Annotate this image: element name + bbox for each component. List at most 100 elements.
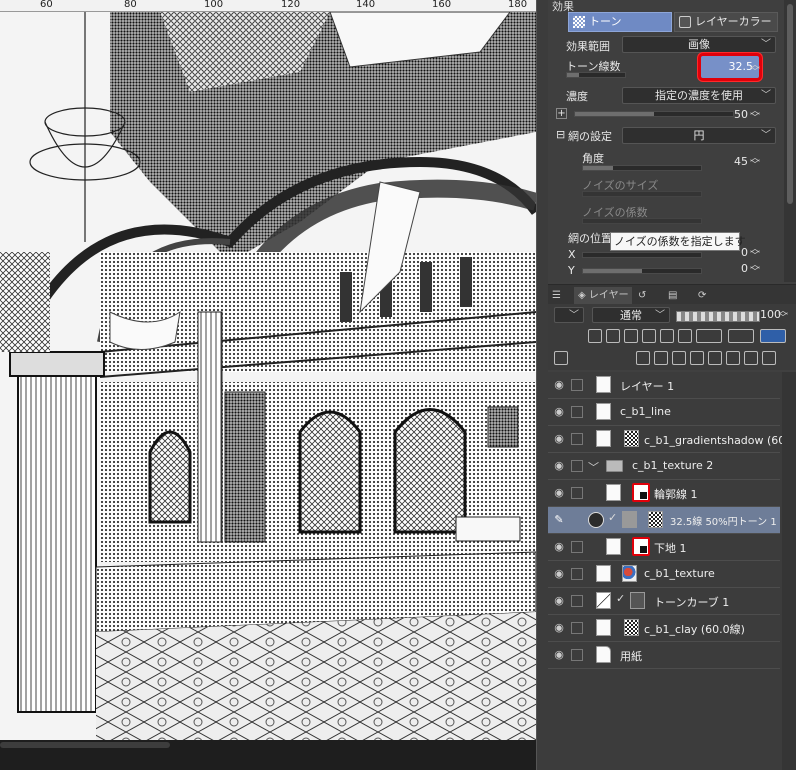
visibility-eye-icon[interactable]: ◉ xyxy=(552,595,566,607)
tone-lines-slider[interactable] xyxy=(566,72,626,78)
edit-target-box[interactable] xyxy=(571,460,583,472)
noise-factor-slider xyxy=(582,218,702,224)
paper-thumbnail xyxy=(596,646,611,663)
layer-row-selected[interactable]: ✎ ✓ 32.5線 50%円トーン 1 xyxy=(548,507,780,534)
visibility-eye-icon[interactable]: ◉ xyxy=(552,649,566,661)
draft-layer-icon[interactable] xyxy=(624,329,638,343)
enable-mask-icon[interactable] xyxy=(678,329,692,343)
density-label: 濃度 xyxy=(566,90,588,103)
layer-mask-thumbnail xyxy=(596,430,611,447)
blend-mode-dropdown[interactable]: 通常 ﹀ xyxy=(592,307,670,323)
layer-row[interactable]: ◉ c_b1_gradientshadow (60.0線) xyxy=(548,426,796,453)
opacity-slider[interactable] xyxy=(676,311,760,322)
density-slider[interactable] xyxy=(574,111,734,117)
merge-down-icon[interactable] xyxy=(708,351,722,365)
layer-list-scrollbar[interactable] xyxy=(782,372,796,770)
layer-row[interactable]: ◉ c_b1_line xyxy=(548,399,780,426)
layer-row[interactable]: ◉ 下地 1 xyxy=(548,534,780,561)
canvas-vertical-scrollbar[interactable] xyxy=(536,0,548,770)
layer-color-dropdown[interactable]: ﹀ xyxy=(554,307,584,323)
y-value: 0 xyxy=(741,262,748,275)
visibility-eye-icon[interactable]: ◉ xyxy=(552,487,566,499)
layer-row[interactable]: ◉ ﹀ c_b1_texture 2 xyxy=(548,453,780,480)
density-spinner[interactable]: ︿ ﹀ xyxy=(750,107,760,124)
visibility-eye-icon[interactable]: ◉ xyxy=(552,379,566,391)
angle-slider[interactable] xyxy=(582,165,702,171)
effect-range-dropdown[interactable]: 画像 ﹀ xyxy=(622,36,776,53)
scrollbar-thumb[interactable] xyxy=(0,742,170,748)
edit-target-box[interactable] xyxy=(571,595,583,607)
edit-target-box[interactable] xyxy=(571,379,583,391)
chevron-down-icon: ﹀ xyxy=(569,310,579,321)
edit-target-box[interactable] xyxy=(571,433,583,445)
layer-list: ◉ レイヤー 1 ◉ c_b1_line ◉ c_b1_gradientshad… xyxy=(548,372,796,770)
edit-target-box[interactable] xyxy=(571,487,583,499)
tab-layer-color[interactable]: レイヤーカラー xyxy=(674,12,778,32)
history-icon[interactable]: ↺ xyxy=(638,287,646,304)
ruler-icon[interactable] xyxy=(696,329,722,343)
visibility-eye-icon[interactable]: ◉ xyxy=(552,622,566,634)
visibility-eye-icon[interactable]: ◉ xyxy=(552,460,566,472)
create-mask-icon[interactable] xyxy=(726,351,740,365)
expand-icon[interactable]: + xyxy=(556,108,567,119)
tone-lines-spinner[interactable]: ︿ ﹀ xyxy=(750,61,760,78)
x-slider[interactable] xyxy=(582,252,702,258)
layer-row[interactable]: ◉ レイヤー 1 xyxy=(548,372,780,399)
tab-tone[interactable]: トーン xyxy=(568,12,672,32)
x-label: X xyxy=(568,248,576,261)
x-spinner[interactable]: ︿ ﹀ xyxy=(750,245,760,262)
screen-shape-dropdown[interactable]: 円 ﹀ xyxy=(622,127,776,144)
canvas-horizontal-scrollbar[interactable] xyxy=(0,740,536,770)
layer-name: c_b1_clay (60.0線) xyxy=(644,623,745,636)
transfer-to-lower-icon[interactable] xyxy=(690,351,704,365)
angle-spinner[interactable]: ︿ ﹀ xyxy=(750,154,760,171)
edit-target-box[interactable] xyxy=(571,406,583,418)
scrollbar-thumb[interactable] xyxy=(787,4,793,204)
layer-row[interactable]: ◉ 輪郭線 1 xyxy=(548,480,780,507)
layer-row[interactable]: ◉ c_b1_texture xyxy=(548,561,780,588)
layer-row[interactable]: ◉ 用紙 xyxy=(548,642,780,669)
new-raster-layer-icon[interactable] xyxy=(636,351,650,365)
folder-expand-icon[interactable]: ﹀ xyxy=(588,459,599,475)
visibility-eye-icon[interactable]: ◉ xyxy=(552,541,566,553)
layer-row[interactable]: ◉ ✓ トーンカーブ 1 xyxy=(548,588,780,615)
panel-layout-icon[interactable] xyxy=(554,351,568,365)
palette-color-icon[interactable] xyxy=(728,329,754,343)
edit-target-box[interactable] xyxy=(571,541,583,553)
material-icon[interactable]: ⟳ xyxy=(698,287,706,304)
lock-icon[interactable] xyxy=(642,329,656,343)
layer-name: 32.5線 50%円トーン 1 xyxy=(670,517,777,528)
angle-value: 45 xyxy=(734,155,748,168)
canvas-area[interactable]: 60 80 100 120 140 160 180 xyxy=(0,0,548,770)
y-slider[interactable] xyxy=(582,268,702,274)
menu-icon[interactable]: ☰ xyxy=(552,287,561,304)
angle-label: 角度 xyxy=(582,152,604,165)
edit-target-box[interactable] xyxy=(571,622,583,634)
new-folder-icon[interactable] xyxy=(672,351,686,365)
density-dropdown[interactable]: 指定の濃度を使用 ﹀ xyxy=(622,87,776,104)
visibility-eye-icon[interactable]: ◉ xyxy=(552,568,566,580)
screen-settings-collapse[interactable]: ⊟ xyxy=(556,128,565,141)
layer-row[interactable]: ◉ c_b1_clay (60.0線) xyxy=(548,615,780,642)
noise-size-slider xyxy=(582,191,702,197)
new-vector-layer-icon[interactable] xyxy=(654,351,668,365)
artwork-canvas[interactable] xyxy=(0,12,536,740)
clip-icon[interactable] xyxy=(588,329,602,343)
layer-color-icon[interactable] xyxy=(760,329,786,343)
apply-mask-icon[interactable] xyxy=(744,351,758,365)
reference-layer-icon[interactable] xyxy=(606,329,620,343)
lock-transparency-icon[interactable] xyxy=(660,329,674,343)
screen-shape-value: 円 xyxy=(693,129,705,142)
edit-target-box[interactable] xyxy=(571,649,583,661)
opacity-spinner[interactable]: ︿ ﹀ xyxy=(778,307,788,324)
property-panel-scrollbar[interactable] xyxy=(784,0,796,282)
delete-layer-icon[interactable] xyxy=(762,351,776,365)
y-spinner[interactable]: ︿ ﹀ xyxy=(750,261,760,278)
visibility-eye-icon[interactable]: ◉ xyxy=(552,406,566,418)
folder-icon xyxy=(606,460,623,472)
edit-target-box[interactable] xyxy=(571,568,583,580)
right-panel: 効果 トーン レイヤーカラー 効果範囲 画像 ﹀ トーン線数 32.5 ︿ ﹀ 濃… xyxy=(548,0,796,770)
tab-layer[interactable]: ◈ レイヤー xyxy=(574,287,632,304)
navigator-icon[interactable]: ▤ xyxy=(668,287,677,304)
visibility-eye-icon[interactable]: ◉ xyxy=(552,433,566,445)
